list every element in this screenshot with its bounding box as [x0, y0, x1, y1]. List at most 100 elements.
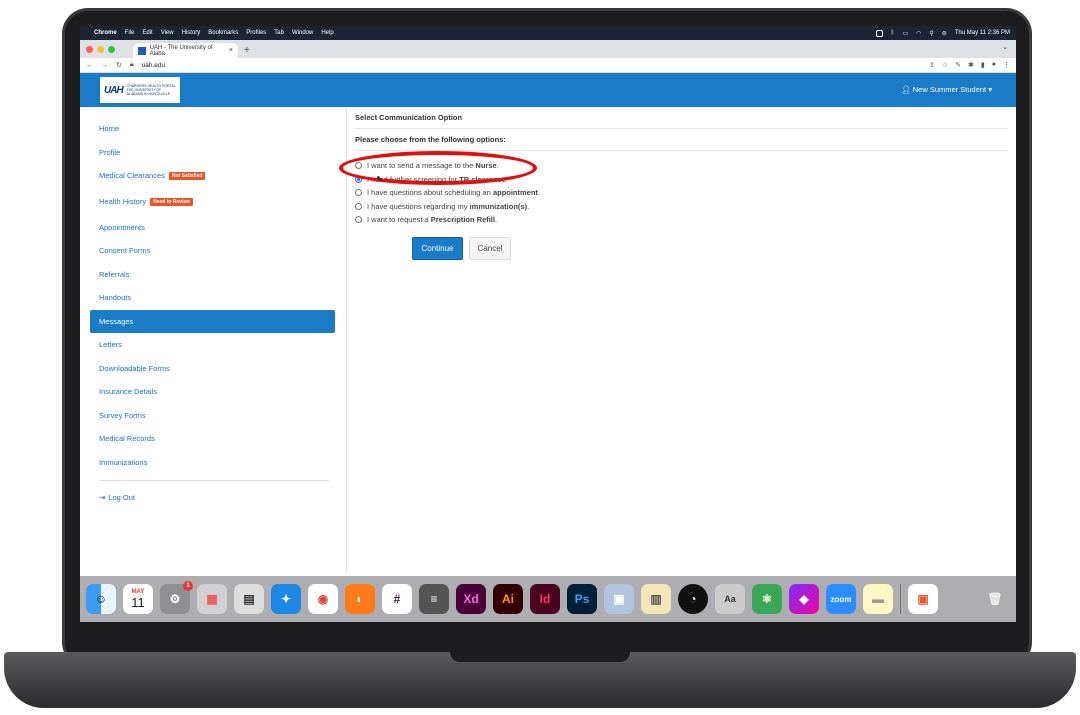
control-center-icon[interactable]: ⊜	[942, 30, 947, 37]
adobe-xd-icon[interactable]: Xd	[456, 584, 486, 614]
option-prescription-refill[interactable]: I want to request a Prescription Refill.	[355, 213, 1008, 227]
adobe-indesign-icon[interactable]: Id	[530, 584, 560, 614]
sidebar-item-referrals[interactable]: Referrals	[90, 263, 335, 287]
kebab-menu-icon[interactable]: ⋮	[1003, 61, 1010, 69]
mac-menubar: Chrome File Edit View History Bookmarks …	[80, 26, 1016, 40]
sidebar-item-appointments[interactable]: Appointments	[90, 216, 335, 240]
system-settings-icon[interactable]: ⚙ 1	[160, 581, 193, 614]
sidebar-item-home[interactable]: Home	[90, 117, 335, 141]
browser-tab[interactable]: UAH - The University of Alaba ×	[133, 43, 238, 58]
chrome-icon[interactable]: ◉	[308, 584, 338, 614]
sidebar-item-profile[interactable]: Profile	[90, 141, 335, 165]
site-header: UAH CHARGERS HEALTH PORTAL THE UNIVERSIT…	[80, 73, 1016, 107]
sidebar-item-consent-forms[interactable]: Consent Forms	[90, 239, 335, 263]
bookmark-star-icon[interactable]: ☆	[942, 61, 948, 69]
speedometer-icon[interactable]: ◔	[678, 584, 708, 614]
zoom-window-button[interactable]	[108, 45, 115, 53]
sidebar-item-label: Medical Clearances	[99, 171, 165, 181]
radio-button[interactable]	[355, 189, 362, 197]
minimize-window-button[interactable]	[97, 45, 104, 53]
presentation-app-icon[interactable]: ▣	[908, 584, 938, 614]
calculator-icon[interactable]: ▤	[234, 584, 264, 614]
atom-icon[interactable]: ⚛	[752, 584, 782, 614]
menu-tab[interactable]: Tab	[274, 30, 284, 36]
notification-badge: 1	[183, 581, 193, 591]
slack-icon[interactable]: #	[382, 584, 412, 614]
preview-icon[interactable]: ▣	[604, 584, 634, 614]
close-window-button[interactable]	[86, 45, 93, 53]
figma-like-icon[interactable]: ◆	[789, 584, 819, 614]
trash-icon[interactable]: 🗑︎	[980, 584, 1010, 614]
puzzle-icon[interactable]: ✱	[968, 61, 974, 69]
menu-help[interactable]: Help	[321, 30, 333, 36]
calendar-icon[interactable]: MAY 11	[123, 584, 153, 614]
url-field[interactable]: uah.edu	[142, 62, 166, 69]
menu-edit[interactable]: Edit	[142, 30, 152, 36]
sidebar-item-messages[interactable]: Messages	[90, 309, 335, 333]
tab-search-chevron-icon[interactable]: ⌄	[1002, 43, 1008, 51]
menu-history[interactable]: History	[182, 30, 201, 36]
adobe-illustrator-icon[interactable]: Ai	[493, 584, 523, 614]
option-appointment[interactable]: I have questions about scheduling an app…	[355, 186, 1008, 200]
sidebar-item-label: Messages	[99, 316, 134, 326]
sidebar-item-label: Downloadable Forms	[99, 363, 170, 373]
finder-icon[interactable]: ☺	[86, 584, 116, 614]
sidepanel-icon[interactable]: ▮	[981, 61, 985, 69]
zoom-icon[interactable]: zoom	[826, 584, 856, 614]
safari-icon[interactable]: ✦	[271, 584, 301, 614]
radio-button[interactable]	[355, 216, 362, 224]
sidebar-item-insurance-details[interactable]: Insurance Details	[90, 380, 335, 404]
user-name: New Summer Student	[912, 85, 987, 94]
sidebar-item-medical-clearances[interactable]: Medical Clearances Not Satisfied	[90, 164, 335, 188]
notes-icon[interactable]: ▬	[863, 584, 893, 614]
option-text: I have questions about scheduling an app…	[367, 188, 541, 198]
reload-icon[interactable]: ↻	[116, 61, 122, 69]
sidebar-item-survey-forms[interactable]: Survey Forms	[90, 404, 335, 428]
adobe-photoshop-icon[interactable]: Ps	[567, 584, 597, 614]
menu-chrome[interactable]: Chrome	[94, 30, 117, 36]
address-bar: ← → ↻ 🔒︎ uah.edu ⇪ ☆ ✎ ✱ ▮ ● ⋮	[80, 58, 1016, 73]
menu-view[interactable]: View	[161, 30, 174, 36]
battery-icon[interactable]: ▭	[902, 30, 908, 37]
logout-link[interactable]: ⇥ Log Out	[90, 487, 346, 507]
sidebar-item-letters[interactable]: Letters	[90, 333, 335, 357]
caret-down-icon: ▾	[988, 85, 992, 94]
sidebar-item-health-history[interactable]: Health History Need to Review	[90, 188, 335, 216]
close-tab-icon[interactable]: ×	[229, 47, 233, 54]
font-book-icon[interactable]: Aa	[715, 584, 745, 614]
cancel-button[interactable]: Cancel	[469, 236, 511, 260]
new-tab-button[interactable]: +	[244, 43, 250, 58]
notes-paper-icon[interactable]: ▥	[641, 584, 671, 614]
firefox-icon[interactable]: ◐	[345, 584, 375, 614]
extension-icon[interactable]: ✎	[955, 61, 961, 69]
bluetooth-icon[interactable]: ᛒ	[891, 30, 895, 36]
sidebar-item-label: Appointments	[99, 222, 145, 232]
sidebar-item-label: Immunizations	[99, 457, 148, 467]
sidebar-item-medical-records[interactable]: Medical Records	[90, 427, 335, 451]
launchpad-icon[interactable]: ▦	[197, 584, 227, 614]
menu-file[interactable]: File	[125, 30, 135, 36]
tab-title: UAH - The University of Alaba	[149, 44, 213, 57]
continue-button[interactable]: Continue	[412, 236, 463, 260]
profile-avatar-icon[interactable]: ●	[992, 61, 996, 69]
sidebar-item-downloadable-forms[interactable]: Downloadable Forms	[90, 357, 335, 381]
portal-logo[interactable]: UAH CHARGERS HEALTH PORTAL THE UNIVERSIT…	[100, 77, 180, 103]
menu-profiles[interactable]: Profiles	[246, 30, 266, 36]
status-icon[interactable]	[875, 29, 883, 37]
sidebar-item-label: Consent Forms	[99, 246, 151, 256]
menu-bookmarks[interactable]: Bookmarks	[208, 30, 238, 36]
search-icon[interactable]: ⚲	[929, 30, 933, 37]
user-menu[interactable]: 👤︎ New Summer Student ▾	[901, 85, 992, 94]
wifi-icon[interactable]: ◠	[916, 30, 921, 37]
option-immunizations[interactable]: I have questions regarding my immunizati…	[355, 200, 1008, 214]
sidebar-item-handouts[interactable]: Handouts	[90, 286, 335, 310]
content: Home Profile Medical Clearances Not Satis…	[80, 107, 1016, 572]
clock[interactable]: Thu May 11 2:36 PM	[955, 30, 1010, 36]
menu-window[interactable]: Window	[292, 30, 313, 36]
radio-button[interactable]	[355, 202, 362, 210]
sidebar-item-immunizations[interactable]: Immunizations	[90, 451, 335, 475]
equalizer-icon[interactable]: ≡	[419, 584, 449, 614]
share-icon[interactable]: ⇪	[929, 61, 935, 69]
back-icon[interactable]: ←	[86, 62, 93, 69]
forward-icon[interactable]: →	[101, 62, 108, 69]
